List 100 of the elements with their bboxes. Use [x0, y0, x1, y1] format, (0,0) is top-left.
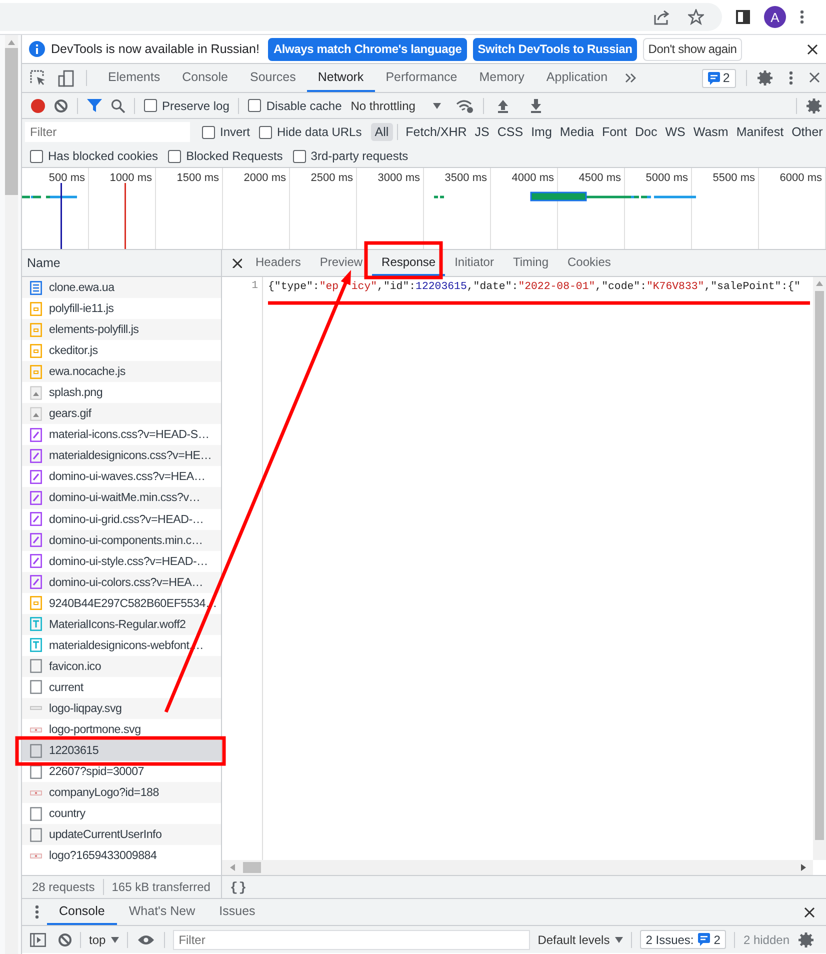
checkbox-label[interactable]: Blocked Requests [186, 149, 283, 163]
throttling-select[interactable]: No throttling [350, 98, 442, 112]
language-button[interactable]: Switch DevTools to Russian [472, 38, 638, 60]
type-filter[interactable]: CSS [493, 123, 528, 141]
request-row[interactable]: ewa.nocache.js [22, 361, 221, 382]
detail-tab[interactable]: Cookies [558, 250, 620, 276]
detail-tab[interactable]: Headers [246, 250, 310, 276]
request-name[interactable]: materialdesignicons.css?v=HE… [49, 449, 212, 462]
request-name[interactable]: updateCurrentUserInfo [49, 828, 162, 842]
avatar[interactable]: A [764, 6, 786, 28]
type-filter[interactable]: Fetch/XHR [402, 123, 471, 141]
request-row[interactable]: elements-polyfill.js [22, 319, 221, 340]
checkbox[interactable] [292, 150, 306, 162]
panel-tab[interactable]: Memory [468, 64, 536, 92]
type-filter[interactable]: Manifest [732, 123, 788, 141]
filter-field[interactable]: Filter [25, 122, 190, 142]
detail-tab[interactable]: Preview [310, 250, 372, 276]
request-name[interactable]: gears.gif [49, 407, 92, 420]
request-name[interactable]: material-icons.css?v=HEAD-S… [49, 428, 210, 442]
request-name[interactable]: favicon.ico [49, 660, 102, 673]
request-name[interactable]: domino-ui-waitMe.min.css?v… [49, 491, 200, 504]
share-icon[interactable] [654, 9, 670, 25]
request-row[interactable]: gears.gif [22, 403, 221, 424]
detail-tab[interactable]: Response [372, 250, 446, 276]
issues-button[interactable]: 2 Issues: 2 [640, 930, 726, 949]
settings-icon[interactable] [806, 98, 822, 114]
filter-icon[interactable] [87, 98, 102, 112]
request-name[interactable]: domino-ui-colors.css?v=HEA… [49, 576, 204, 589]
checkbox[interactable] [259, 126, 272, 138]
dismiss-button[interactable]: Don't show again [643, 38, 742, 60]
panel-tab[interactable]: Sources [238, 64, 307, 92]
request-row[interactable]: companyLogo?id=188 [22, 782, 221, 804]
request-name[interactable]: splash.png [49, 386, 103, 400]
record-icon[interactable] [31, 98, 45, 112]
issues-button[interactable]: 2 [702, 68, 736, 88]
request-name[interactable]: country [49, 807, 86, 820]
request-name[interactable]: clone.ewa.ua [49, 281, 114, 294]
type-filter[interactable]: All [370, 123, 393, 141]
request-name[interactable]: domino-ui-grid.css?v=HEAD-… [49, 512, 204, 526]
type-filter[interactable]: Font [598, 123, 631, 141]
checkbox-label[interactable]: Preserve log [162, 98, 230, 112]
upload-icon[interactable] [497, 98, 510, 112]
request-row[interactable]: MaterialIcons-Regular.woff2 [22, 614, 221, 635]
request-name[interactable]: current [49, 680, 84, 694]
device-icon[interactable] [58, 70, 74, 86]
request-name[interactable]: MaterialIcons-Regular.woff2 [49, 618, 186, 631]
request-row[interactable]: domino-ui-components.min.c… [22, 530, 221, 551]
type-filter[interactable]: Other [788, 123, 826, 141]
request-name[interactable]: companyLogo?id=188 [49, 786, 159, 800]
checkbox[interactable] [30, 150, 43, 162]
close-icon[interactable] [232, 258, 242, 268]
console-filter-field[interactable]: Filter [172, 930, 530, 950]
checkbox[interactable] [144, 99, 157, 112]
request-name[interactable]: ckeditor.js [49, 344, 98, 358]
close-icon[interactable] [808, 72, 821, 84]
language-button[interactable]: Always match Chrome's language [268, 38, 467, 60]
pretty-print-button[interactable]: {} [230, 880, 248, 894]
type-filter[interactable]: Doc [630, 123, 662, 141]
panel-tab[interactable]: Console [171, 64, 239, 92]
eye-icon[interactable] [138, 934, 154, 944]
request-row[interactable]: logo-liqpay.svg [22, 698, 221, 719]
request-row[interactable]: updateCurrentUserInfo [22, 824, 221, 846]
scrollbar-thumb[interactable] [815, 291, 824, 840]
scrollbar-thumb[interactable] [5, 48, 18, 195]
scrollbar[interactable] [5, 35, 18, 954]
request-name[interactable]: elements-polyfill.js [49, 323, 139, 336]
request-row[interactable]: domino-ui-colors.css?v=HEA… [22, 572, 221, 593]
checkbox-label[interactable]: 3rd-party requests [310, 149, 408, 163]
type-filter[interactable]: Wasm [689, 123, 732, 141]
checkbox[interactable] [248, 99, 262, 112]
settings-icon[interactable] [756, 70, 773, 86]
star-icon[interactable] [688, 9, 704, 25]
type-filter[interactable]: JS [470, 123, 494, 141]
levels-select[interactable]: Default levels [538, 932, 623, 946]
request-name[interactable]: ewa.nocache.js [49, 365, 126, 378]
request-name[interactable]: domino-ui-waves.css?v=HEA… [49, 470, 206, 484]
type-filter[interactable]: Media [556, 123, 598, 141]
detail-tab[interactable]: Timing [503, 250, 558, 276]
request-name[interactable]: domino-ui-style.css?v=HEAD-… [49, 554, 208, 568]
settings-icon[interactable] [798, 932, 814, 948]
request-row[interactable]: clone.ewa.ua [22, 277, 221, 298]
scrollbar-thumb[interactable] [243, 862, 261, 873]
checkbox[interactable] [202, 126, 215, 138]
request-name[interactable]: logo-liqpay.svg [49, 702, 122, 715]
request-row[interactable]: 12203615 [22, 740, 221, 762]
column-header[interactable]: Name [22, 250, 221, 277]
detail-tab[interactable]: Initiator [445, 250, 504, 276]
clear-icon[interactable] [58, 932, 72, 946]
close-icon[interactable] [806, 44, 818, 54]
panel-tab[interactable]: Elements [97, 64, 172, 92]
checkbox-label[interactable]: Invert [220, 125, 250, 139]
request-row[interactable]: favicon.ico [22, 656, 221, 677]
search-icon[interactable] [111, 98, 125, 112]
request-name[interactable]: domino-ui-components.min.c… [49, 534, 203, 547]
menu-icon[interactable] [35, 905, 39, 919]
menu-icon[interactable] [788, 71, 793, 85]
sidebar-toggle-icon[interactable] [30, 932, 46, 946]
request-name[interactable]: 12203615 [49, 744, 99, 758]
request-name[interactable]: logo-portmone.svg [49, 723, 141, 736]
sidebar-icon[interactable] [736, 10, 750, 24]
